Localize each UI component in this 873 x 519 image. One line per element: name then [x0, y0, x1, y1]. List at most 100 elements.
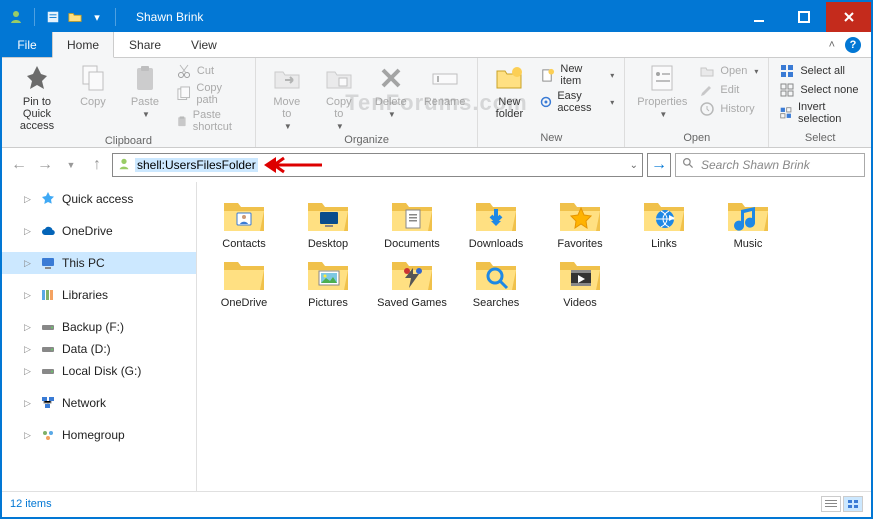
homegroup-icon [40, 427, 56, 443]
paste-icon [129, 62, 161, 94]
folder-item-favorites[interactable]: Favorites [543, 196, 617, 251]
select-none-button[interactable]: Select none [775, 81, 865, 99]
new-folder-button[interactable]: New folder [484, 60, 534, 122]
cloud-icon [40, 223, 56, 239]
copy-to-icon [323, 62, 355, 94]
forward-button[interactable]: → [34, 154, 56, 176]
invert-selection-button[interactable]: Invert selection [775, 100, 865, 126]
search-input[interactable]: Search Shawn Brink [675, 153, 865, 177]
go-button[interactable]: → [647, 153, 671, 177]
back-button[interactable]: ← [8, 154, 30, 176]
maximize-button[interactable] [781, 2, 826, 32]
folder-item-documents[interactable]: Documents [375, 196, 449, 251]
paste-shortcut-button[interactable]: Paste shortcut [172, 108, 249, 134]
chevron-right-icon: ▷ [24, 322, 34, 333]
folder-item-saved-games[interactable]: Saved Games [375, 255, 449, 310]
select-all-button[interactable]: Select all [775, 62, 865, 80]
sidebar-item-label: Data (D:) [62, 342, 111, 356]
qat-dropdown-icon[interactable]: ▾ [89, 9, 105, 25]
select-none-icon [779, 82, 795, 98]
new-item-icon [540, 67, 555, 83]
recent-dropdown[interactable]: ▼ [60, 154, 82, 176]
folder-label: Music [733, 238, 764, 251]
navigation-pane[interactable]: ▷Quick access ▷OneDrive ▷This PC ▷Libraries… [2, 182, 197, 491]
folder-item-links[interactable]: Links [627, 196, 701, 251]
copy-to-button[interactable]: Copy to▼ [314, 60, 364, 133]
folder-item-desktop[interactable]: Desktop [291, 196, 365, 251]
content-area: ▷Quick access▷OneDrive▷This PC▷Libraries… [2, 182, 871, 491]
copy-button[interactable]: Copy [68, 60, 118, 110]
tab-home[interactable]: Home [52, 32, 114, 58]
sidebar-item-libraries[interactable]: ▷Libraries [2, 284, 196, 306]
ribbon-collapse-icon[interactable]: ˄ [829, 39, 835, 51]
edit-button[interactable]: Edit [695, 81, 762, 99]
sidebar-item-network[interactable]: ▷Network [2, 392, 196, 414]
help-icon[interactable]: ? [845, 37, 861, 53]
onedrive-folder-icon [220, 255, 268, 295]
properties-button[interactable]: Properties▼ [631, 60, 693, 121]
sidebar-item-backup-f-[interactable]: ▷Backup (F:) [2, 316, 196, 338]
sidebar-item-onedrive[interactable]: ▷OneDrive [2, 220, 196, 242]
paste-button[interactable]: Paste ▼ [120, 60, 170, 121]
history-button[interactable]: History [695, 100, 762, 118]
status-bar: 12 items [2, 491, 871, 515]
open-button[interactable]: Open▾ [695, 62, 762, 80]
folder-item-searches[interactable]: Searches [459, 255, 533, 310]
pin-to-quick-access-button[interactable]: Pin to Quick access [8, 60, 66, 134]
sidebar-item-data-d-[interactable]: ▷Data (D:) [2, 338, 196, 360]
folder-item-videos[interactable]: Videos [543, 255, 617, 310]
copy-path-button[interactable]: Copy path [172, 81, 249, 107]
network-icon [40, 395, 56, 411]
new-item-button[interactable]: New item▾ [536, 62, 618, 88]
app-icon [8, 9, 24, 25]
sidebar-item-quick-access[interactable]: ▷Quick access [2, 188, 196, 210]
folder-item-downloads[interactable]: Downloads [459, 196, 533, 251]
group-label-select: Select [775, 131, 865, 147]
folder-label: Pictures [307, 297, 349, 310]
searches-folder-icon [472, 255, 520, 295]
drive-icon [40, 319, 56, 335]
chevron-right-icon: ▷ [24, 258, 34, 269]
easy-access-button[interactable]: Easy access▾ [536, 89, 618, 115]
tab-view[interactable]: View [176, 32, 232, 57]
address-dropdown-icon[interactable]: ⌄ [630, 160, 638, 171]
delete-button[interactable]: Delete▼ [366, 60, 416, 121]
icons-view-button[interactable] [843, 496, 863, 512]
sidebar-item-this-pc[interactable]: ▷This PC [2, 252, 196, 274]
folder-item-contacts[interactable]: Contacts [207, 196, 281, 251]
ribbon-group-clipboard: Pin to Quick access Copy Paste ▼ Cut Cop… [2, 58, 256, 147]
downloads-folder-icon [472, 196, 520, 236]
drive-icon [40, 363, 56, 379]
copy-path-icon [176, 86, 191, 102]
up-button[interactable]: ↑ [86, 154, 108, 176]
ribbon-tabs: File Home Share View TenForums.com ˄ ? [2, 32, 871, 58]
minimize-button[interactable] [736, 2, 781, 32]
address-icon [117, 157, 131, 174]
cut-icon [176, 63, 192, 79]
copy-icon [77, 62, 109, 94]
games-folder-icon [388, 255, 436, 295]
address-input[interactable]: shell:UsersFilesFolder ⌄ [112, 153, 643, 177]
cut-button[interactable]: Cut [172, 62, 249, 80]
new-folder-icon [493, 62, 525, 94]
qat-newfolder-icon[interactable] [67, 9, 83, 25]
folder-view[interactable]: Contacts Desktop DocumentsDownloadsFavorit… [197, 182, 871, 491]
folder-label: Saved Games [376, 297, 448, 310]
folder-label: Videos [562, 297, 597, 310]
folder-label: Desktop [307, 238, 349, 251]
sidebar-item-homegroup[interactable]: ▷Homegroup [2, 424, 196, 446]
rename-button[interactable]: Rename [418, 60, 472, 110]
folder-label: Contacts [221, 238, 266, 251]
move-to-button[interactable]: Move to▼ [262, 60, 312, 133]
folder-item-music[interactable]: Music [711, 196, 785, 251]
details-view-button[interactable] [821, 496, 841, 512]
chevron-right-icon: ▷ [24, 398, 34, 409]
paste-shortcut-icon [176, 113, 188, 129]
folder-item-onedrive[interactable]: OneDrive [207, 255, 281, 310]
file-menu[interactable]: File [2, 32, 52, 57]
folder-item-pictures[interactable]: Pictures [291, 255, 365, 310]
qat-properties-icon[interactable] [45, 9, 61, 25]
tab-share[interactable]: Share [114, 32, 176, 57]
close-button[interactable] [826, 2, 871, 32]
sidebar-item-local-disk-g-[interactable]: ▷Local Disk (G:) [2, 360, 196, 382]
